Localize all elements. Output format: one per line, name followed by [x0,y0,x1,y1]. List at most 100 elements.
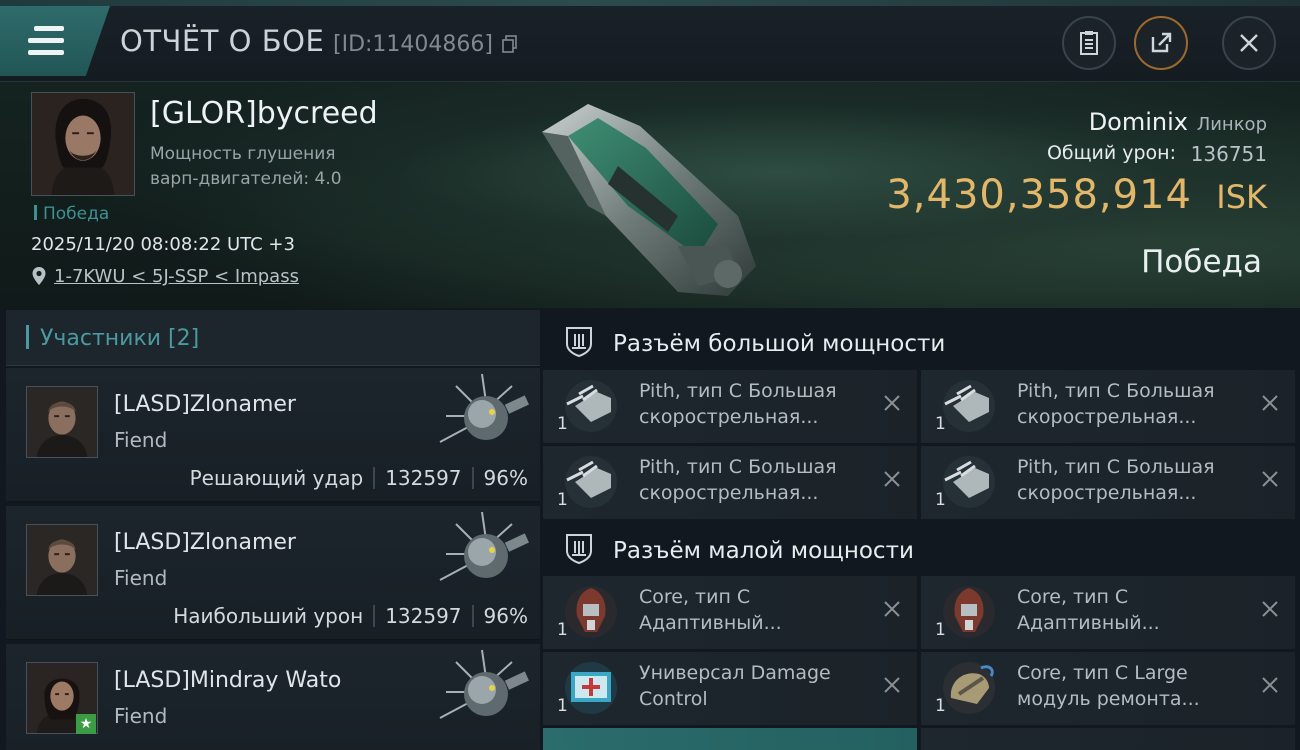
isk-value: 3,430,358,914 [886,172,1192,218]
stat-divider [471,467,474,489]
stat-line: Мощность глушения [150,144,336,164]
module-name-line: скорострельная... [1017,406,1197,428]
participant-card[interactable]: ★ [LASD]Mindray Wato Fiend [6,644,540,750]
victim-avatar[interactable] [31,92,135,196]
clipboard-icon [1080,31,1098,55]
module-name-line: Core, тип C [639,586,751,608]
destroyed-x-icon [884,471,900,487]
participant-avatar[interactable] [26,524,98,596]
module-name-line: Control [639,688,708,710]
module-quantity: 1 [935,696,946,716]
participant-percent: 96% [483,466,528,490]
log-button[interactable] [1062,16,1116,70]
total-damage-label: Общий урон: [1046,142,1176,164]
destroyed-x-icon [1262,601,1278,617]
module-name-line: Core, тип C Large [1017,662,1188,684]
module-name-line: Адаптивный... [1017,612,1160,634]
battle-result: Победа [1141,244,1262,280]
module-item[interactable]: 1 Pith, тип C Большая скорострельная... [543,370,917,443]
close-icon [1240,34,1258,52]
star-badge-icon: ★ [76,714,96,734]
module-item[interactable]: 1 Pith, тип C Большая скорострельная... [921,446,1295,519]
participant-name[interactable]: [LASD]Zlonamer [114,530,296,555]
module-quantity: 1 [557,414,568,434]
share-icon [1151,32,1172,53]
module-name-line: модуль ремонта... [1017,688,1200,710]
low-slot-icon [566,534,592,565]
isk-unit: ISK [1216,178,1267,216]
module-quantity: 1 [935,490,946,510]
participant-percent: 96% [483,604,528,628]
location-link[interactable]: 1-7KWU < 5J-SSP < Impass [54,266,299,287]
module-item[interactable]: 1 Pith, тип C Большая скорострельная... [543,446,917,519]
destroyed-x-icon [884,395,900,411]
participant-role: Решающий удар [189,466,364,490]
participant-ship: Fiend [114,428,168,452]
module-name-line: Универсал Damage [639,662,831,684]
destroyed-x-icon [1262,677,1278,693]
total-damage-value: 136751 [1190,142,1267,166]
module-name: Универсал Damage Control [639,660,879,712]
copy-icon[interactable] [502,35,518,53]
destroyed-x-icon [884,601,900,617]
participants-title: Участники [2] [40,326,200,351]
module-quantity: 1 [557,620,568,640]
participant-damage: 132597 [385,466,462,490]
stat-line: варп-двигателей: 4.0 [150,169,342,189]
participant-damage: 132597 [385,604,462,628]
module-name-line: Адаптивный... [639,612,782,634]
module-item[interactable]: 1 Универсал Damage Control [543,652,917,725]
kill-datetime: 2025/11/20 08:08:22 UTC +3 [31,234,295,255]
module-item[interactable]: 1 Pith, тип C Большая скорострельная... [921,370,1295,443]
page-title: ОТЧЁТ О БОЕ [120,24,325,58]
close-button[interactable] [1222,16,1276,70]
participants-header: Участники [2] [6,310,540,366]
victim-ship-class: Линкор [1196,114,1267,135]
module-item[interactable]: 1 Core, тип C Адаптивный... [921,576,1295,649]
destroyed-x-icon [1262,471,1278,487]
participant-ship: Fiend [114,566,168,590]
participant-name[interactable]: [LASD]Mindray Wato [114,668,341,693]
module-name: Core, тип C Large модуль ремонта... [1017,660,1257,712]
victim-stat: Мощность глушения варп-двигателей: 4.0 [150,142,370,192]
module-item[interactable]: 1 Core, тип C Large модуль ремонта... [921,652,1295,725]
participant-ship-image [439,373,529,443]
victim-name[interactable]: [GLOR]bycreed [150,96,378,131]
menu-button[interactable] [0,6,110,76]
destroyed-x-icon [1262,395,1278,411]
participant-ship-image [439,649,529,719]
victim-summary: [GLOR]bycreed Мощность глушения варп-дви… [0,82,1300,308]
participant-stats: Решающий удар 132597 96% [190,466,528,490]
module-item[interactable] [921,728,1295,750]
module-name-line: скорострельная... [1017,482,1197,504]
module-name-line: скорострельная... [639,406,819,428]
module-quantity: 1 [935,414,946,434]
module-name: Pith, тип C Большая скорострельная... [639,378,879,430]
participants-panel: Участники [2] [LASD]Zlonamer Fiend Решаю… [6,310,540,750]
top-bar: ОТЧЁТ О БОЕ [ID:11404866] [0,0,1300,82]
module-item[interactable]: 1 Core, тип C Адаптивный... [543,576,917,649]
participant-card[interactable]: [LASD]Zlonamer Fiend Решающий удар 13259… [6,368,540,502]
participant-avatar[interactable] [26,386,98,458]
stat-divider [373,605,376,627]
module-name: Pith, тип C Большая скорострельная... [1017,454,1257,506]
participant-name[interactable]: [LASD]Zlonamer [114,392,296,417]
victim-ship-name[interactable]: Dominix [1089,108,1188,136]
module-item[interactable] [543,728,917,750]
victory-tag: Победа [34,204,109,224]
module-name-line: скорострельная... [639,482,819,504]
participant-role: Наибольший урон [173,604,364,628]
participant-card[interactable]: [LASD]Zlonamer Fiend Наибольший урон 132… [6,506,540,640]
module-name-line: Pith, тип C Большая [639,380,837,402]
high-slot-header: Разъём большой мощности [543,314,1300,370]
module-name: Pith, тип C Большая скорострельная... [639,454,879,506]
module-name-line: Pith, тип C Большая [1017,380,1215,402]
low-slot-header: Разъём малой мощности [543,521,1300,577]
module-quantity: 1 [935,620,946,640]
share-button[interactable] [1134,16,1188,70]
fitting-panel: Разъём большой мощности 1 Pith, тип C Бо… [543,310,1300,750]
module-name-line: Core, тип C [1017,586,1129,608]
module-quantity: 1 [557,490,568,510]
high-slot-icon [566,327,592,358]
stat-divider [471,605,474,627]
